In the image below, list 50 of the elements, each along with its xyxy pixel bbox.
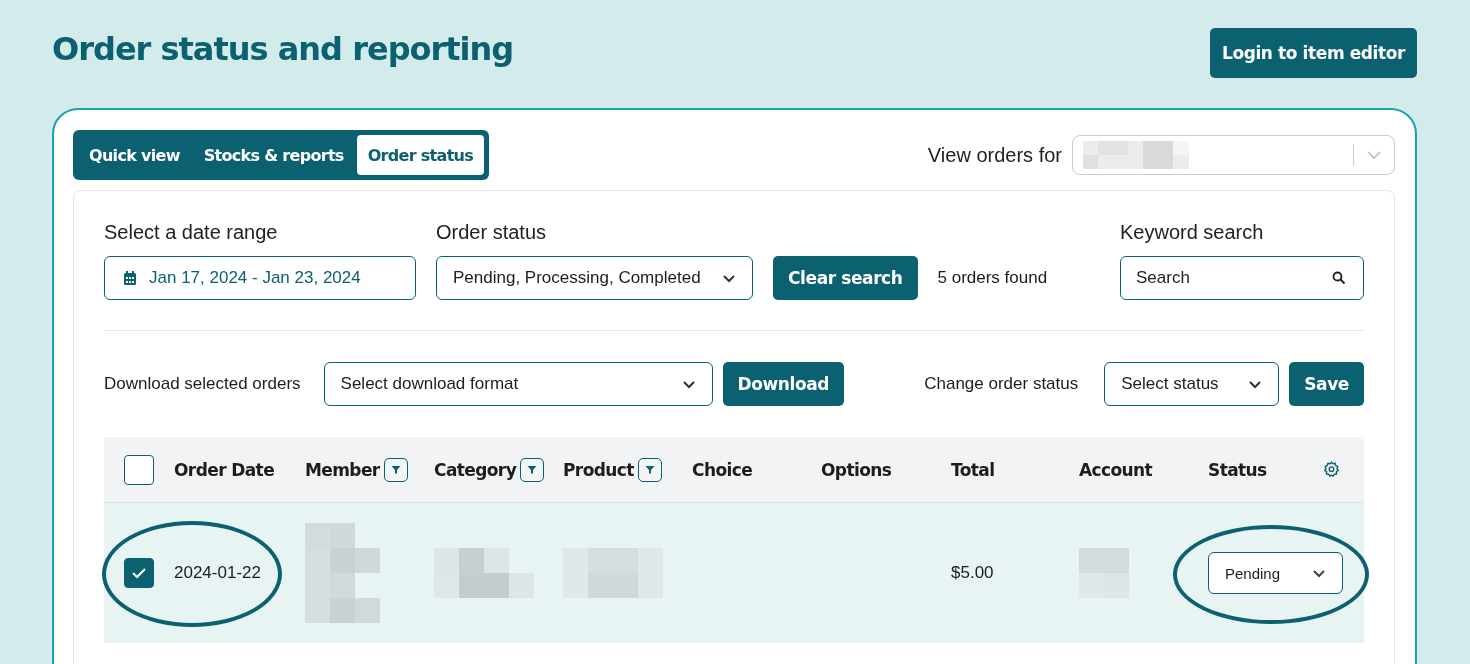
filter-button[interactable]: [520, 457, 545, 482]
clear-search-button[interactable]: Clear search: [773, 256, 918, 300]
download-label: Download selected orders: [104, 374, 301, 394]
blurred-placeholder: [1079, 548, 1129, 598]
search-icon: [1332, 271, 1346, 285]
keyword-search-label: Keyword search: [1120, 221, 1265, 244]
tab[interactable]: Quick view: [78, 135, 191, 175]
page-title: Order status and reporting: [52, 30, 514, 68]
download-button[interactable]: Download: [722, 362, 845, 406]
chevron-down-icon: [681, 379, 696, 389]
chevron-down-icon: [722, 273, 736, 283]
column-header: Status: [1208, 459, 1267, 480]
change-status-label: Change order status: [924, 374, 1079, 394]
filter-button[interactable]: [383, 457, 408, 482]
row-checkbox[interactable]: [124, 558, 154, 588]
status-select[interactable]: Select status: [1104, 362, 1280, 406]
column-header: Member: [305, 459, 380, 480]
save-button[interactable]: Save: [1289, 362, 1364, 406]
column-header: Total: [951, 459, 995, 480]
settings-icon[interactable]: [1323, 461, 1340, 478]
column-header: Order Date: [174, 459, 275, 480]
tab[interactable]: Stocks & reports: [192, 135, 355, 175]
search-field[interactable]: Search: [1120, 256, 1364, 300]
select-all-checkbox[interactable]: [124, 454, 154, 485]
order-status-select[interactable]: Pending, Processing, Completed: [436, 256, 753, 300]
order-status-label: Order status: [436, 221, 548, 244]
row-status-select[interactable]: Pending: [1208, 552, 1343, 594]
funnel-icon: [527, 464, 538, 475]
chevron-down-icon: [1366, 150, 1382, 160]
funnel-icon: [390, 464, 401, 475]
view-orders-label: View orders for: [927, 143, 1062, 167]
tab[interactable]: Order status: [356, 135, 485, 175]
login-button[interactable]: Login to item editor: [1210, 28, 1417, 78]
column-header: Account: [1079, 459, 1153, 480]
column-header: Product: [563, 459, 634, 480]
chevron-down-icon: [1312, 568, 1326, 578]
funnel-icon: [644, 464, 655, 475]
checkmark-icon: [131, 567, 147, 579]
column-header: Options: [821, 459, 892, 480]
table-cell: $5.00: [951, 563, 994, 583]
column-header: Choice: [692, 459, 753, 480]
download-format-select[interactable]: Select download format: [323, 362, 713, 406]
date-range-label: Select a date range: [104, 221, 279, 244]
results-count: 5 orders found: [937, 267, 1048, 289]
table-cell: 2024-01-22: [174, 563, 261, 583]
chevron-down-icon: [1248, 379, 1263, 389]
column-header: Category: [434, 459, 517, 480]
date-range-field[interactable]: Jan 17, 2024 - Jan 23, 2024: [104, 256, 416, 300]
filter-button[interactable]: [637, 457, 662, 482]
calendar-icon: [123, 270, 137, 286]
